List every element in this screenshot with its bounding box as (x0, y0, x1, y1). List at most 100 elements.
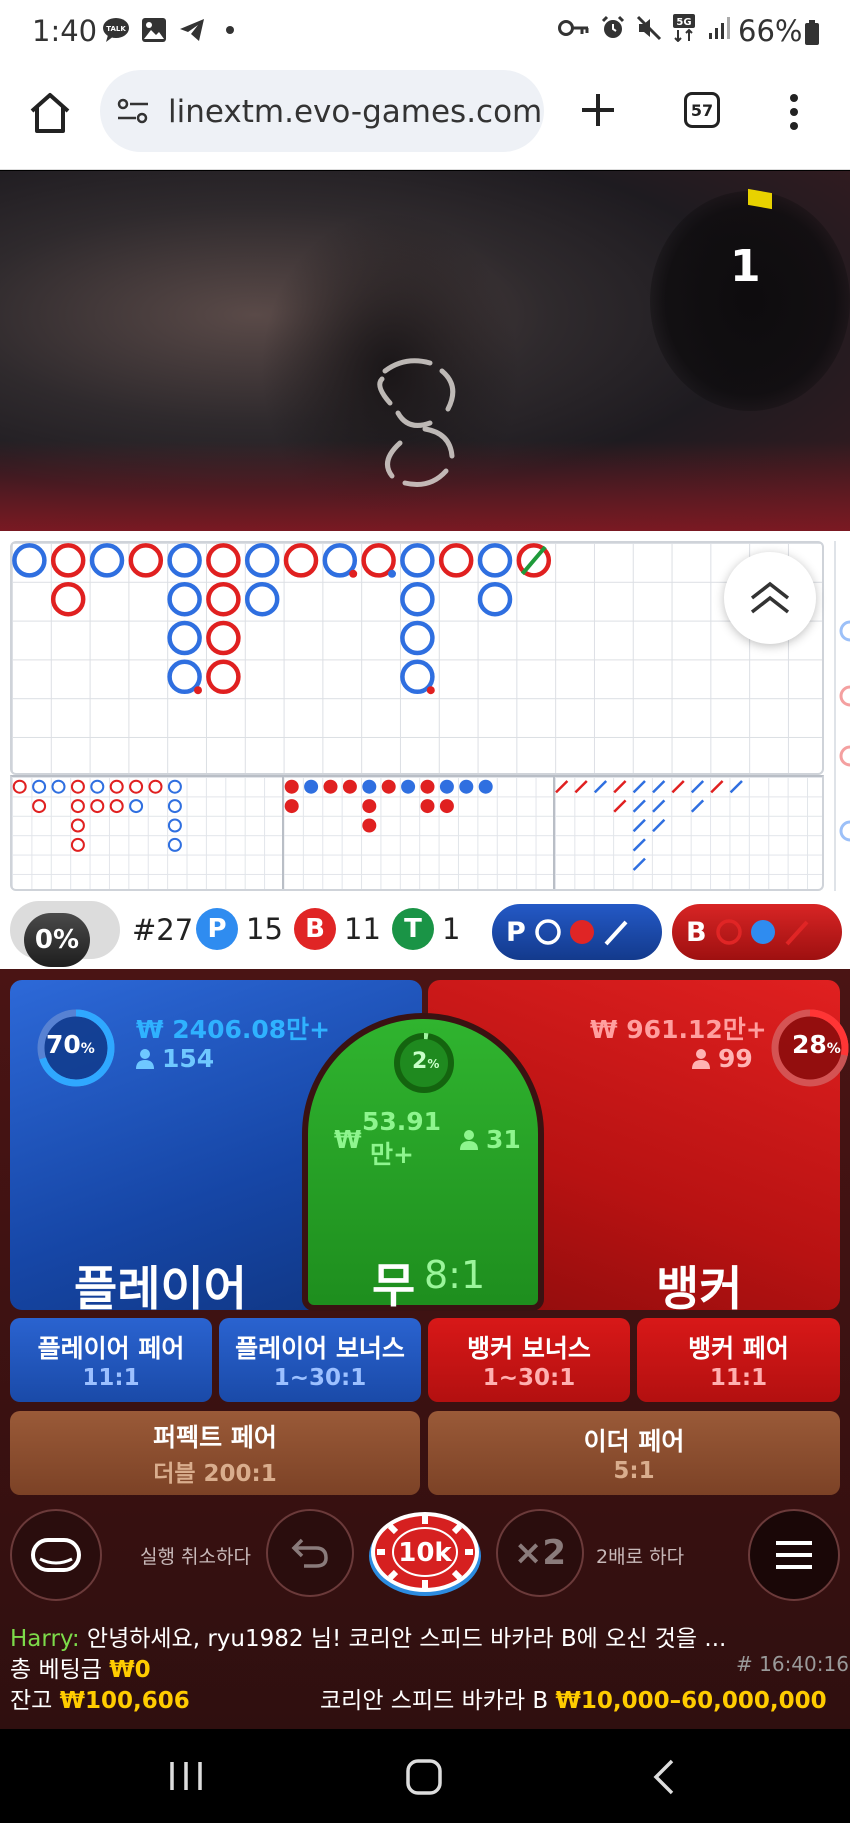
chat-button[interactable] (10, 1509, 102, 1601)
banker-ask-label: B (686, 916, 707, 948)
big-eye-road-mark (70, 818, 85, 833)
mute-icon (636, 15, 662, 47)
tie-amount-value: 53.91 (362, 1107, 442, 1136)
tie-bettors: 31 (460, 1125, 521, 1154)
banker-bonus-bet[interactable]: 뱅커 보너스 1~30:1 (428, 1318, 630, 1402)
tab-switcher-button[interactable]: 57 (684, 92, 720, 128)
next-board-peek[interactable] (834, 541, 850, 891)
player-percent-sign: % (80, 1041, 95, 1057)
site-settings-icon[interactable] (116, 94, 150, 128)
scoreboard[interactable] (0, 531, 850, 891)
big-road-mark (206, 581, 241, 617)
big-road-mark (50, 543, 86, 578)
banker-percent-sign: % (826, 1041, 841, 1057)
big-eye-road-mark (167, 837, 182, 852)
tie-percent-sign: % (427, 1057, 440, 1071)
browser-menu-button[interactable] (786, 92, 802, 132)
big-road-mark (50, 581, 86, 617)
system-icons: 5G (558, 14, 732, 48)
big-eye-road-mark (109, 799, 124, 814)
banker-label: 뱅커 (656, 1262, 743, 1317)
url-text[interactable]: linextm.evo-games.com (168, 94, 542, 130)
big-road-mark (361, 543, 396, 578)
menu-button[interactable] (748, 1509, 840, 1601)
small-road-mark (420, 799, 435, 814)
roads-drawing (12, 543, 743, 871)
either-pair-bet[interactable]: 이더 페어 5:1 (428, 1411, 840, 1495)
banker-pair-bet[interactable]: 뱅커 페어 11:1 (637, 1318, 840, 1402)
cockroach-road-mark (729, 780, 743, 794)
tie-bet-spot[interactable]: 2% ₩ 53.91 만+ 31 무 8:1 (302, 1013, 544, 1314)
cockroach-road-mark (574, 780, 588, 794)
home-nav-icon[interactable] (404, 1757, 444, 1797)
player-label: 플레이어 (74, 1262, 247, 1317)
pair-dot-mark (388, 569, 396, 578)
banker-bettors-count: 99 (718, 1044, 753, 1073)
big-eye-road-mark (12, 779, 27, 794)
undo-button[interactable] (266, 1509, 354, 1597)
big-road-mark (322, 543, 358, 578)
cockroach-road-mark (632, 838, 646, 852)
tie-badge: T (392, 908, 434, 950)
small-road-mark (439, 799, 454, 814)
percent-toggle-label[interactable]: 0% (24, 913, 90, 967)
player-ask-button[interactable]: P (492, 904, 662, 960)
screen: { "status": { "time": "1:40", "battery":… (0, 0, 850, 1823)
undo-label: 실행 취소하다 (140, 1546, 251, 1568)
chip-selector[interactable]: 10k (366, 1506, 484, 1598)
gallery-icon (140, 16, 168, 44)
banker-bettors: 99 (692, 1044, 753, 1073)
home-button[interactable] (26, 89, 74, 137)
double-button[interactable]: ×2 (496, 1509, 584, 1597)
pair-dot-mark (194, 686, 202, 695)
expand-scoreboard-button[interactable] (724, 552, 816, 644)
small-road-mark (420, 779, 435, 794)
banker-pair-label: 뱅커 페어 (688, 1334, 789, 1363)
player-bonus-bet[interactable]: 플레이어 보너스 1~30:1 (219, 1318, 421, 1402)
player-badge: P (196, 908, 238, 950)
player-pair-label: 플레이어 페어 (37, 1334, 185, 1363)
banker-ask-predictions-icon (715, 919, 809, 946)
player-ask-label: P (506, 916, 526, 948)
plus-icon (582, 94, 614, 126)
big-road-mark (89, 543, 125, 578)
cockroach-road-mark (613, 799, 627, 813)
balance-value: ₩100,606 (59, 1688, 190, 1714)
chat-message[interactable]: Harry: 안녕하세요, ryu1982 님! 코리안 스피드 바카라 B에 … (10, 1619, 840, 1653)
big-road-mark (400, 581, 435, 617)
banker-total-amount: ₩ 961.12만+ (590, 1015, 767, 1044)
kakaotalk-icon: TALK (102, 16, 130, 44)
banker-percent: 28% (792, 1030, 841, 1059)
chat-text: 안녕하세요, ryu1982 님! 코리안 스피드 바카라 B에 오신 것을 .… (79, 1626, 727, 1652)
banker-wins-count: 11 (344, 912, 381, 946)
countdown-timer: 1 (730, 241, 761, 292)
key-icon (558, 17, 590, 45)
battery-icon (804, 20, 820, 50)
recent-apps-icon[interactable] (168, 1759, 204, 1793)
percent-toggle[interactable]: 0% (10, 901, 120, 967)
back-nav-icon[interactable] (650, 1757, 676, 1797)
player-pair-bet[interactable]: 플레이어 페어 11:1 (10, 1318, 212, 1402)
small-road-mark (342, 779, 357, 794)
loading-spinner-icon (377, 358, 456, 487)
player-wins-stat: P 15 (196, 908, 283, 950)
cockroach-road-mark (652, 780, 666, 794)
balance-label: 잔고 (10, 1688, 53, 1714)
pair-dot-mark (426, 686, 435, 695)
tie-bettors-count: 31 (486, 1125, 521, 1154)
tie-amount-unit: 만+ (370, 1140, 414, 1169)
telegram-icon (178, 16, 206, 44)
perfect-pair-bet[interactable]: 퍼펙트 페어 더블 200:1 (10, 1411, 420, 1495)
address-bar[interactable]: linextm.evo-games.com (100, 70, 544, 152)
table-limits[interactable]: 코리안 스피드 바카라 B ₩10,000–60,000,000 (320, 1681, 827, 1715)
user-icon (460, 1129, 478, 1150)
player-total-amount: ₩ 2406.08만+ (136, 1015, 331, 1044)
big-eye-road-mark (129, 799, 144, 814)
player-bonus-odds: 1~30:1 (273, 1365, 367, 1391)
tie-currency: ₩ (334, 1125, 362, 1154)
live-video[interactable]: 1 (0, 171, 850, 531)
banker-ask-button[interactable]: B (672, 904, 842, 960)
big-eye-road-mark (32, 799, 47, 814)
new-tab-button[interactable] (578, 90, 618, 130)
big-road-mark (400, 620, 435, 656)
